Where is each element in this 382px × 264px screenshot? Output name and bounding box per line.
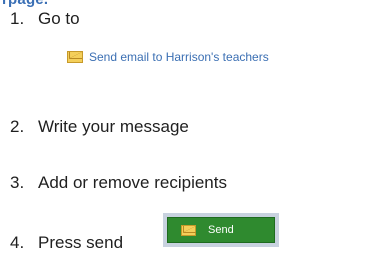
step-4: 4. Press send [10,233,123,253]
step-text: Write your message [38,117,189,136]
step-number: 1. [10,9,25,28]
step-1: 1. Go to [10,9,80,29]
step-number: 4. [10,233,25,252]
send-email-link-label[interactable]: Send email to Harrison's teachers [89,50,269,64]
envelope-icon [181,224,196,236]
send-button-face[interactable]: Send [167,217,275,243]
section-heading: rpage. [2,0,48,8]
send-button-label: Send [208,224,234,236]
step-number: 3. [10,173,25,192]
send-button[interactable]: Send [163,213,279,247]
step-text: Press send [38,233,124,252]
step-text: Go to [38,9,80,28]
step-text: Add or remove recipients [38,173,227,192]
step-number: 2. [10,117,25,136]
step-2: 2. Write your message [10,117,189,137]
envelope-icon [67,51,83,63]
send-email-link[interactable]: Send email to Harrison's teachers [67,50,269,64]
step-3: 3. Add or remove recipients [10,173,227,193]
